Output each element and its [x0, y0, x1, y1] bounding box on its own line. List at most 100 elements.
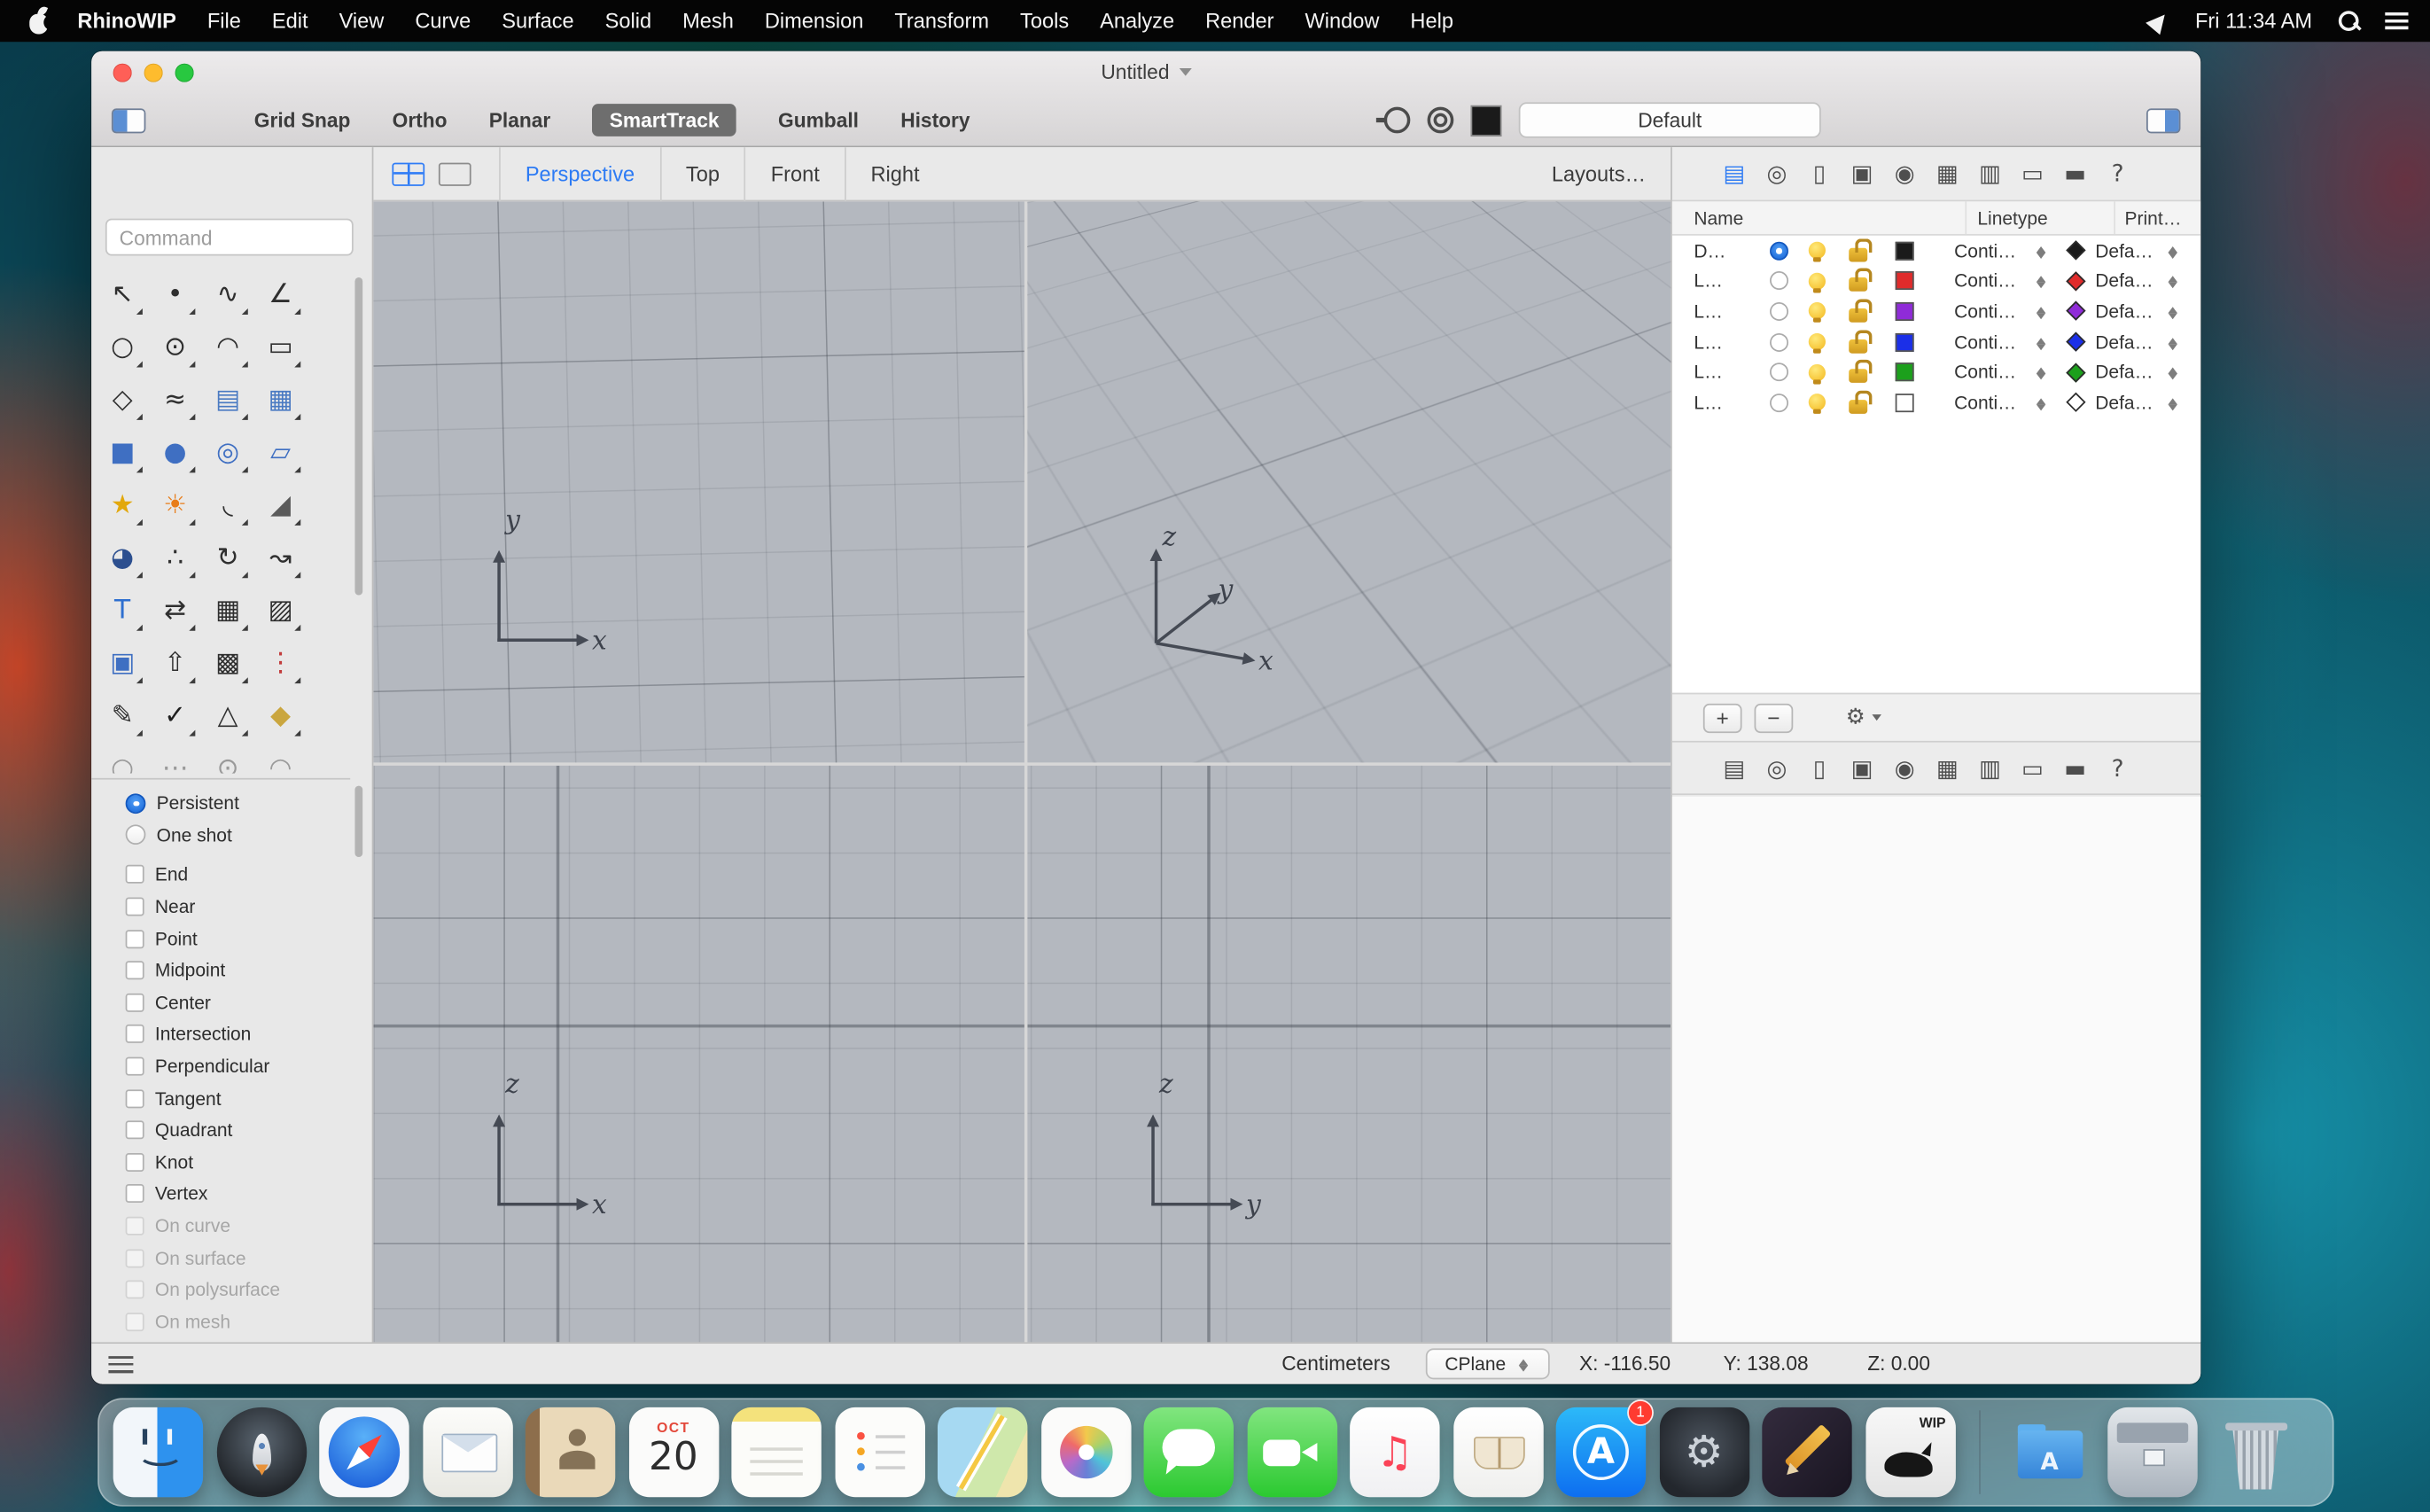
dock-reminders[interactable]	[834, 1407, 925, 1498]
ellipse-tool[interactable]: ⊙	[149, 321, 201, 373]
arc-tool-alt[interactable]: ◠	[254, 743, 307, 774]
mesh-panel-icon[interactable]: ▦	[1935, 160, 1959, 187]
checkbox[interactable]	[125, 1312, 144, 1331]
hatch-tool[interactable]: ▨	[254, 584, 307, 636]
dock-music[interactable]: ♫	[1350, 1407, 1440, 1498]
column-header-print[interactable]: Print…	[2115, 207, 2181, 228]
notes-panel-icon[interactable]: ▯	[1807, 754, 1832, 782]
layer-actions-button[interactable]: ⚙	[1846, 705, 1881, 730]
add-layer-button[interactable]: +	[1702, 703, 1742, 733]
checkbox[interactable]	[125, 1120, 144, 1140]
fillet-tool[interactable]: ◟	[201, 479, 253, 531]
print-width-stepper[interactable]	[2166, 240, 2180, 261]
circle-tool-alt[interactable]: ○	[96, 743, 148, 774]
linetype-stepper[interactable]	[2034, 392, 2048, 413]
dock-photos[interactable]	[1040, 1407, 1131, 1498]
layout-panel-icon[interactable]: ▭	[2020, 754, 2044, 782]
radio-button[interactable]	[125, 792, 146, 814]
checkbox[interactable]	[125, 897, 144, 916]
checkbox[interactable]	[125, 1056, 144, 1076]
osnap-persistence-row[interactable]: Persistent	[125, 787, 351, 819]
layer-lock-icon[interactable]	[1849, 390, 1873, 414]
help-panel-icon[interactable]: ?	[2106, 160, 2130, 187]
plugins-tool[interactable]: ★	[96, 479, 148, 531]
cplane-select[interactable]: CPlane	[1425, 1348, 1550, 1380]
osnap-option-row[interactable]: On surface	[125, 1242, 351, 1274]
current-layer-radio[interactable]	[1769, 301, 1788, 321]
units-label[interactable]: Centimeters	[1281, 1352, 1390, 1375]
app-menu-title[interactable]: RhinoWIP	[62, 9, 191, 32]
checkbox[interactable]	[125, 993, 144, 1012]
layer-visibility-bulb-icon[interactable]	[1808, 333, 1826, 354]
layer-linetype[interactable]: Conti…	[1954, 331, 2025, 352]
osnap-option-row[interactable]: Intersection	[125, 1018, 351, 1050]
viewport-tab[interactable]: Perspective	[499, 147, 659, 201]
dock-rhino-wip[interactable]: WIP	[1865, 1407, 1956, 1498]
dock-launchpad[interactable]	[215, 1407, 307, 1498]
layer-row[interactable]: L… Conti… Defa…	[1672, 296, 2200, 326]
layer-row[interactable]: L… Conti… Defa…	[1672, 327, 2200, 357]
layer-color-swatch[interactable]	[1895, 393, 1914, 412]
status-menu-icon[interactable]	[108, 1356, 134, 1374]
print-color-diamond[interactable]	[2066, 301, 2086, 322]
flow-tool[interactable]: ↝	[254, 532, 307, 584]
layer-lock-icon[interactable]	[1849, 360, 1873, 384]
print-color-diamond[interactable]	[2066, 271, 2086, 292]
dock-books[interactable]	[1453, 1407, 1543, 1498]
pages-panel-icon[interactable]: ▥	[1977, 160, 2002, 187]
record-history-icon[interactable]	[1427, 106, 1454, 134]
print-width-stepper[interactable]	[2166, 392, 2180, 413]
arc-tool[interactable]: ◠	[201, 321, 253, 373]
apple-menu-icon[interactable]	[27, 8, 49, 35]
linetype-stepper[interactable]	[2034, 300, 2048, 322]
menu-item[interactable]: View	[323, 9, 400, 32]
menu-item[interactable]: Render	[1190, 9, 1289, 32]
freeform-curve-tool[interactable]: ≈	[149, 373, 201, 425]
dock-applications-folder[interactable]: A	[2005, 1407, 2094, 1497]
osnap-persistence-row[interactable]: One shot	[125, 819, 351, 851]
layer-row[interactable]: D… Conti… Defa…	[1672, 236, 2200, 266]
dock-system-preferences[interactable]: ⚙	[1659, 1407, 1749, 1498]
chamfer-tool[interactable]: ◢	[254, 479, 307, 531]
title-chevron-icon[interactable]	[1178, 67, 1191, 82]
osnap-option-row[interactable]: Point	[125, 923, 351, 955]
osnap-option-row[interactable]: Knot	[125, 1146, 351, 1178]
ellipse-tool-alt[interactable]: ⊙	[201, 743, 253, 774]
layer-row[interactable]: L… Conti… Defa…	[1672, 387, 2200, 417]
viewport-right[interactable]: z y	[1027, 765, 1671, 1343]
osnap-option-row[interactable]: Near	[125, 891, 351, 923]
current-layer-radio[interactable]	[1769, 241, 1788, 261]
sketch-tool[interactable]: ✎	[96, 690, 148, 742]
current-layer-radio[interactable]	[1769, 393, 1788, 412]
remove-layer-button[interactable]: −	[1754, 703, 1794, 733]
menu-item[interactable]: Mesh	[667, 9, 750, 32]
checkbox[interactable]	[125, 1088, 144, 1108]
viewport-top[interactable]: y x	[373, 201, 1024, 763]
print-color-diamond[interactable]	[2066, 393, 2086, 413]
menu-item[interactable]: Tools	[1005, 9, 1085, 32]
active-color-swatch[interactable]	[1470, 105, 1502, 136]
layer-visibility-bulb-icon[interactable]	[1808, 302, 1826, 323]
layers-panel-icon[interactable]: ▤	[1722, 160, 1747, 187]
linetype-stepper[interactable]	[2034, 270, 2048, 292]
help-panel-icon[interactable]: ?	[2106, 754, 2130, 782]
osnap-scrollbar[interactable]	[354, 785, 363, 858]
materials-panel-icon[interactable]: ▣	[1850, 160, 1874, 187]
print-color-diamond[interactable]	[2066, 362, 2086, 383]
tool-palette-scrollbar[interactable]	[354, 277, 363, 596]
layer-visibility-bulb-icon[interactable]	[1808, 242, 1826, 263]
layer-print-width[interactable]: Defa…	[2095, 300, 2157, 322]
spotlight-search-icon[interactable]	[2338, 11, 2359, 31]
dock-mail[interactable]	[422, 1407, 512, 1498]
layer-visibility-bulb-icon[interactable]	[1808, 363, 1826, 385]
properties-panel-icon[interactable]: ◎	[1764, 160, 1789, 187]
osnap-option-row[interactable]: End	[125, 859, 351, 891]
loft-tool[interactable]: ▤	[201, 373, 253, 425]
layer-color-swatch[interactable]	[1895, 301, 1914, 321]
right-sidebar-toggle-icon[interactable]	[2146, 107, 2181, 133]
checkbox[interactable]	[125, 929, 144, 948]
viewport-perspective[interactable]: z y x	[1027, 201, 1671, 763]
polygon-tool[interactable]: ◇	[96, 373, 148, 425]
single-viewport-layout-icon[interactable]	[438, 161, 471, 185]
fill-tool[interactable]: ◆	[254, 690, 307, 742]
